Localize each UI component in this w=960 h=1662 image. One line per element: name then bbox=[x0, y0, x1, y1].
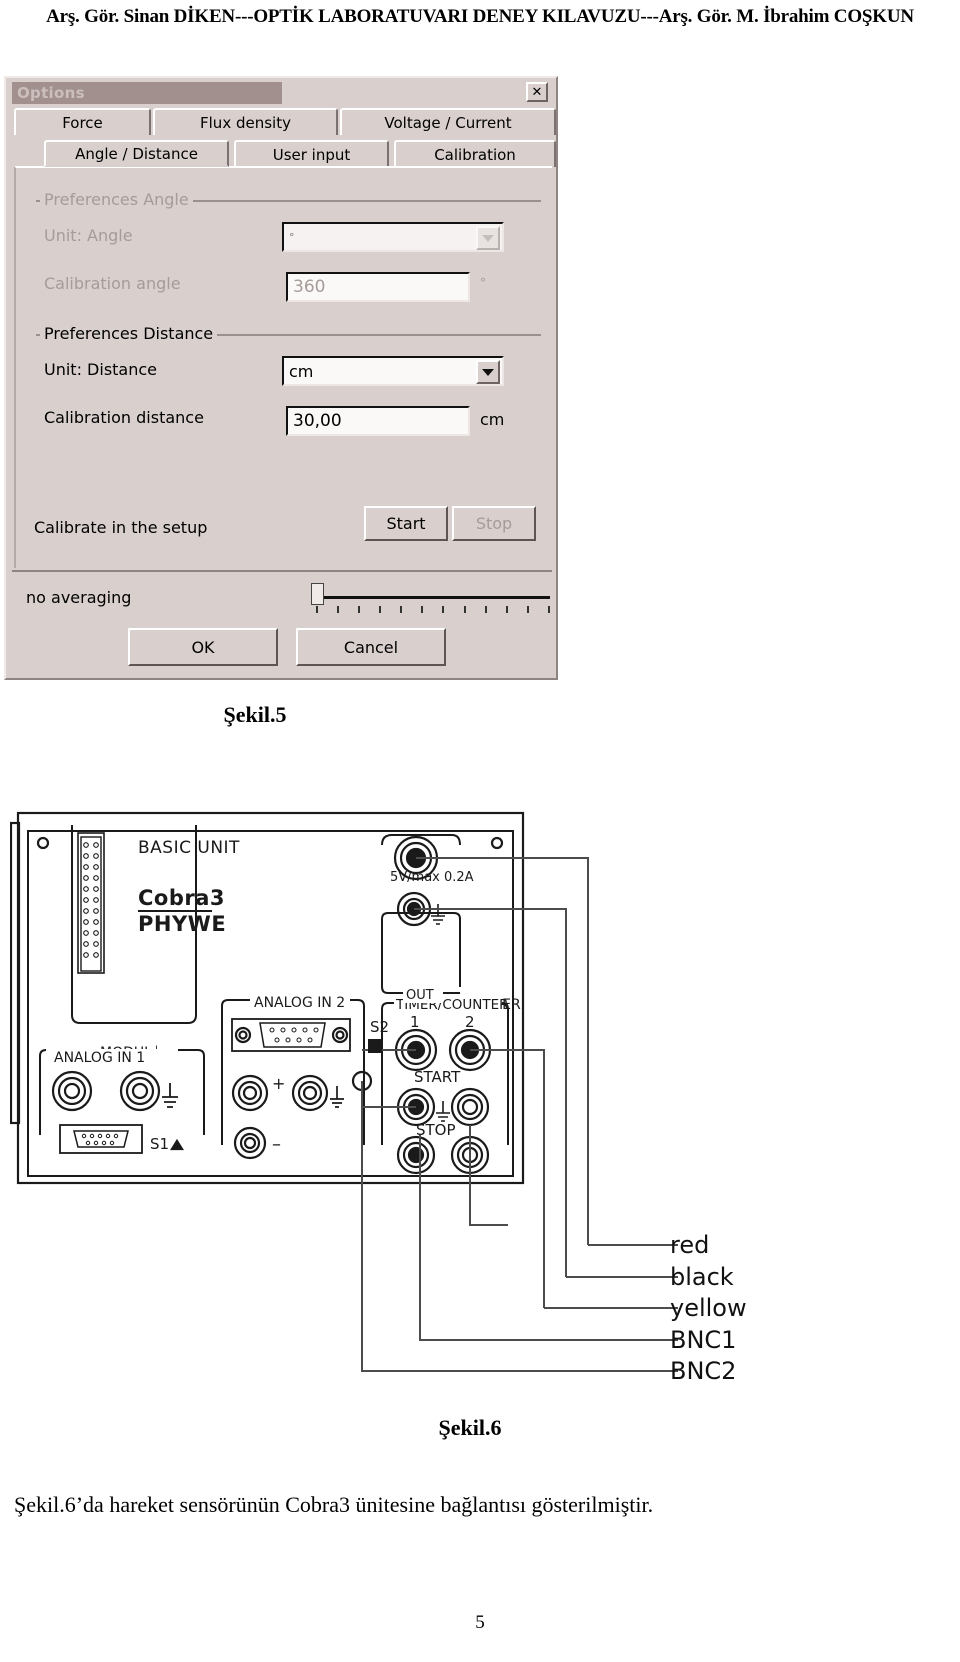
brand-text: Cobra3 bbox=[138, 886, 225, 910]
brand-sub-text: PHYWE bbox=[138, 912, 226, 936]
tab-angle-distance[interactable]: Angle / Distance bbox=[44, 140, 229, 167]
document-header-text: Arş. Gör. Sinan DİKEN---OPTİK LABORATUVA… bbox=[46, 6, 914, 27]
cancel-button[interactable]: Cancel bbox=[296, 628, 446, 666]
averaging-slider-thumb[interactable] bbox=[311, 583, 324, 605]
figure5-caption: Şekil.5 bbox=[223, 702, 287, 727]
wire-label-black: black bbox=[670, 1263, 734, 1291]
wire-label-red: red bbox=[670, 1231, 710, 1259]
dialog-titlebar: Options ✕ bbox=[12, 82, 548, 104]
calibration-angle-input[interactable]: 360 bbox=[286, 272, 470, 302]
timer-1-text: 1 bbox=[410, 1013, 420, 1031]
timer-2-text: 2 bbox=[465, 1013, 475, 1031]
analog-in-2-caption: ANALOG IN 2 bbox=[254, 995, 345, 1011]
analog-in-1-caption: ANALOG IN 1 bbox=[54, 1050, 145, 1066]
unit-distance-label: Unit: Distance bbox=[44, 360, 158, 379]
figure6-cobra3-diagram: BASIC UNIT Cobra3 PHYWE 5V/max 0.2A OUT … bbox=[10, 805, 747, 1395]
angle-group-title: Preferences Angle bbox=[40, 190, 193, 209]
tab-calibration[interactable]: Calibration bbox=[394, 140, 556, 167]
unit-angle-label: Unit: Angle bbox=[44, 226, 133, 245]
device-title-text: BASIC UNIT bbox=[138, 838, 240, 858]
wire-label-bnc2: BNC2 bbox=[670, 1357, 737, 1385]
wire-label-yellow: yellow bbox=[670, 1294, 747, 1322]
page-number: 5 bbox=[475, 1612, 485, 1633]
calibration-distance-input[interactable]: 30,00 bbox=[286, 406, 470, 436]
averaging-slider-ticks bbox=[316, 606, 550, 613]
options-dialog: Options ✕ Force Flux density Voltage / C… bbox=[4, 76, 558, 680]
wire-label-bnc1: BNC1 bbox=[670, 1326, 737, 1354]
tab-user-input[interactable]: User input bbox=[234, 140, 389, 167]
body-paragraph: Şekil.6’da hareket sensörünün Cobra3 üni… bbox=[14, 1492, 654, 1517]
tab-force[interactable]: Force bbox=[14, 108, 151, 135]
chevron-down-icon[interactable] bbox=[476, 360, 500, 384]
s2-indicator bbox=[368, 1039, 382, 1053]
calibration-angle-label: Calibration angle bbox=[44, 274, 181, 293]
switch-s2-text: S2 bbox=[370, 1018, 389, 1036]
minus-sign-text: – bbox=[272, 1134, 281, 1155]
cobra3-schematic-svg: BASIC UNIT Cobra3 PHYWE 5V/max 0.2A OUT … bbox=[10, 811, 678, 1372]
out-power-rating-text: 5V/max 0.2A bbox=[390, 870, 474, 885]
plus-sign-text: + bbox=[272, 1074, 285, 1093]
calibration-distance-label: Calibration distance bbox=[44, 408, 204, 427]
averaging-label: no averaging bbox=[26, 588, 132, 607]
unit-angle-value: ° bbox=[289, 230, 295, 244]
tab-flux-density[interactable]: Flux density bbox=[153, 108, 338, 135]
unit-angle-combo[interactable]: ° bbox=[282, 222, 504, 252]
calibrate-setup-label: Calibrate in the setup bbox=[34, 518, 208, 537]
calibration-distance-unit: cm bbox=[480, 410, 505, 429]
figure6-caption: Şekil.6 bbox=[438, 1415, 502, 1440]
unit-distance-value: cm bbox=[289, 361, 314, 381]
start-button[interactable]: Start bbox=[364, 506, 448, 541]
dialog-separator bbox=[12, 570, 552, 572]
averaging-slider-track[interactable] bbox=[318, 596, 550, 599]
chevron-down-icon[interactable] bbox=[476, 226, 500, 250]
switch-s1-text: S1 bbox=[150, 1135, 169, 1153]
document-running-header: Arş. Gör. Sinan DİKEN---OPTİK LABORATUVA… bbox=[0, 0, 960, 34]
out-caption: OUT bbox=[406, 988, 434, 1003]
stop-label-text: STOP bbox=[416, 1121, 456, 1139]
calibration-angle-unit: ° bbox=[480, 276, 486, 290]
dialog-title: Options bbox=[17, 84, 85, 102]
unit-distance-combo[interactable]: cm bbox=[282, 356, 504, 386]
stop-button[interactable]: Stop bbox=[452, 506, 536, 541]
ok-button[interactable]: OK bbox=[128, 628, 278, 666]
distance-group-title: Preferences Distance bbox=[40, 324, 218, 343]
close-icon[interactable]: ✕ bbox=[526, 82, 548, 102]
start-label-text: START bbox=[414, 1068, 461, 1086]
tab-voltage-current[interactable]: Voltage / Current bbox=[340, 108, 556, 135]
